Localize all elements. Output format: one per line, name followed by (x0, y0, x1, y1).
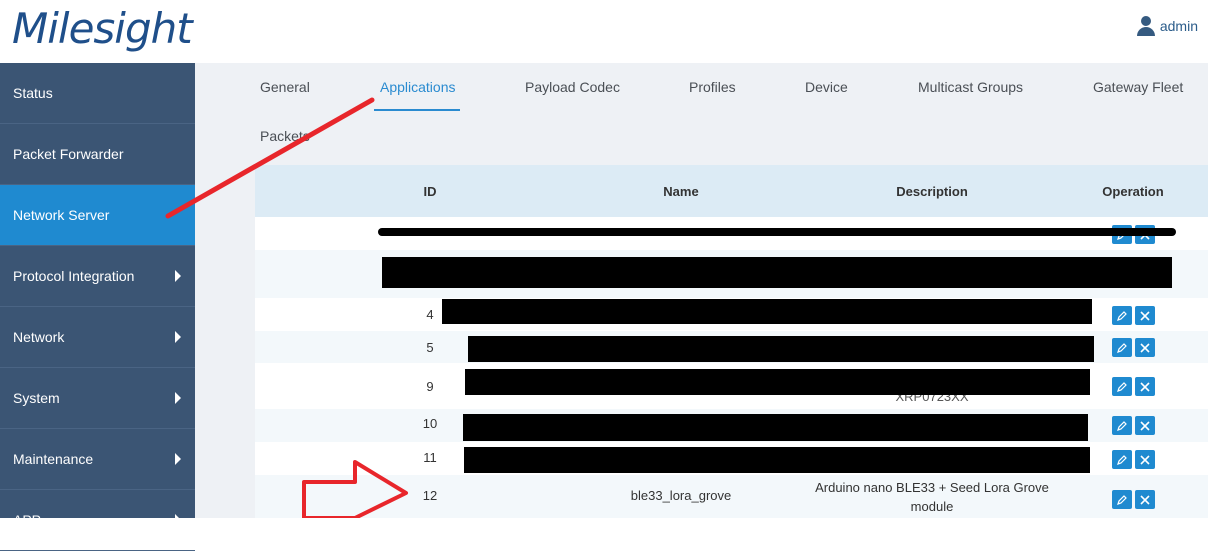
edit-button[interactable] (1112, 490, 1132, 509)
close-icon (1140, 454, 1150, 465)
close-icon (1140, 310, 1150, 321)
user-icon (1136, 16, 1155, 36)
delete-button[interactable] (1135, 490, 1155, 509)
row-actions (1112, 490, 1155, 509)
tab-general[interactable]: General (260, 79, 310, 95)
pencil-icon (1117, 381, 1127, 392)
edit-button[interactable] (1112, 416, 1132, 435)
pencil-icon (1117, 454, 1127, 465)
sidebar: Status Packet Forwarder Network Server P… (0, 63, 195, 551)
redaction-bar (464, 447, 1090, 473)
close-icon (1140, 342, 1150, 353)
row-actions (1112, 450, 1155, 469)
tab-device[interactable]: Device (805, 79, 848, 95)
sidebar-item-network[interactable]: Network (0, 307, 195, 368)
cell-description-line1: Arduino nano BLE33 + Seed Lora Grove (815, 480, 1049, 495)
delete-button[interactable] (1135, 416, 1155, 435)
header-operation: Operation (1102, 184, 1164, 199)
edit-button[interactable] (1112, 450, 1132, 469)
milesight-logo[interactable]: Milesight (12, 4, 193, 53)
edit-button[interactable] (1112, 338, 1132, 357)
cell-id: 11 (423, 450, 437, 465)
row-actions (1112, 338, 1155, 357)
cell-description-line2: module (910, 499, 954, 514)
sidebar-item-label: APP (13, 512, 42, 528)
sidebar-item-maintenance[interactable]: Maintenance (0, 429, 195, 490)
chevron-right-icon (175, 392, 181, 404)
redaction-bar (468, 336, 1094, 362)
sidebar-item-system[interactable]: System (0, 368, 195, 429)
cell-id: 4 (426, 307, 434, 322)
tab-gateway-fleet[interactable]: Gateway Fleet (1093, 79, 1183, 95)
chevron-right-icon (175, 453, 181, 465)
cell-id: 12 (422, 488, 438, 503)
sidebar-item-packet-forwarder[interactable]: Packet Forwarder (0, 124, 195, 185)
delete-button[interactable] (1135, 306, 1155, 325)
redaction-bar (463, 414, 1088, 441)
sidebar-item-label: Network (13, 329, 65, 345)
chevron-right-icon (175, 514, 181, 526)
cell-name: ble33_lora_grove (630, 488, 732, 503)
close-icon (1140, 494, 1150, 505)
sidebar-item-label: Status (13, 85, 53, 101)
pencil-icon (1117, 494, 1127, 505)
delete-button[interactable] (1135, 377, 1155, 396)
edit-button[interactable] (1112, 306, 1132, 325)
redaction-bar (465, 369, 1090, 395)
sidebar-item-label: Maintenance (13, 451, 94, 467)
user-name: admin (1159, 18, 1198, 34)
delete-button[interactable] (1135, 450, 1155, 469)
close-icon (1140, 420, 1150, 431)
header-id: ID (423, 184, 437, 199)
tab-bar: General Applications Payload Codec Profi… (195, 63, 1208, 161)
redaction-bar (378, 228, 1176, 236)
row-actions (1112, 306, 1155, 325)
user-menu[interactable]: admin (1136, 16, 1198, 36)
tab-packets[interactable]: Packets (260, 128, 310, 144)
header-name: Name (663, 184, 699, 199)
sidebar-item-label: Network Server (13, 207, 110, 223)
chevron-right-icon (175, 270, 181, 282)
pencil-icon (1117, 342, 1127, 353)
cell-id: 10 (422, 416, 438, 431)
row-actions (1112, 416, 1155, 435)
cell-id: 5 (426, 340, 434, 355)
edit-button[interactable] (1112, 377, 1132, 396)
cell-id: 9 (426, 379, 434, 394)
tab-multicast-groups[interactable]: Multicast Groups (918, 79, 1023, 95)
active-tab-indicator (374, 109, 460, 111)
row-actions (1112, 377, 1155, 396)
sidebar-item-app[interactable]: APP (0, 490, 195, 551)
header-description: Description (896, 184, 968, 199)
sidebar-item-label: System (13, 390, 60, 406)
top-header: Milesight admin (0, 0, 1208, 63)
sidebar-item-network-server[interactable]: Network Server (0, 185, 195, 246)
table-header: ID Name Description Operation (255, 165, 1208, 217)
tab-applications[interactable]: Applications (380, 79, 456, 95)
pencil-icon (1117, 420, 1127, 431)
sidebar-item-status[interactable]: Status (0, 63, 195, 124)
close-icon (1140, 381, 1150, 392)
sidebar-item-label: Protocol Integration (13, 268, 135, 284)
pencil-icon (1117, 310, 1127, 321)
tab-payload-codec[interactable]: Payload Codec (525, 79, 620, 95)
delete-button[interactable] (1135, 338, 1155, 357)
redaction-bar (382, 257, 1172, 288)
table-row: 12 ble33_lora_grove Arduino nano BLE33 +… (255, 475, 1208, 518)
redaction-bar (442, 299, 1092, 324)
chevron-right-icon (175, 331, 181, 343)
sidebar-item-protocol-integration[interactable]: Protocol Integration (0, 246, 195, 307)
sidebar-item-label: Packet Forwarder (13, 146, 124, 162)
tab-profiles[interactable]: Profiles (689, 79, 736, 95)
